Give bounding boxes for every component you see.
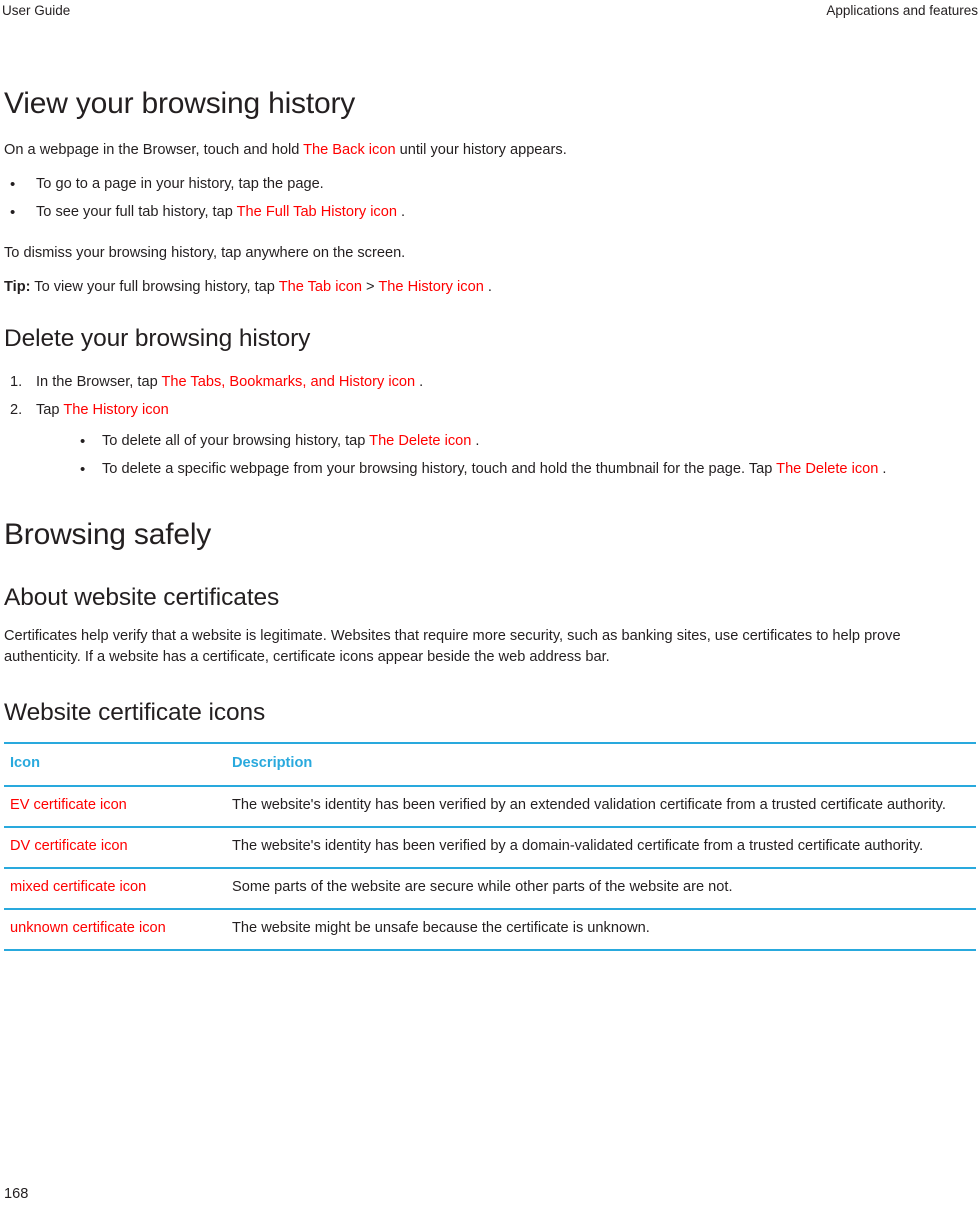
table-bottom-rule bbox=[226, 949, 976, 952]
table-header-row: Icon Description bbox=[4, 742, 976, 786]
cell-description: Some parts of the website are secure whi… bbox=[226, 867, 976, 909]
header-right-text: Applications and features bbox=[826, 3, 978, 18]
list-item: • To delete all of your browsing history,… bbox=[80, 431, 976, 452]
cell-icon-name: unknown certificate icon bbox=[4, 908, 226, 950]
list-item: • To delete a specific webpage from your … bbox=[80, 459, 976, 480]
cell-icon-name: DV certificate icon bbox=[4, 826, 226, 868]
column-header-icon: Icon bbox=[4, 742, 226, 786]
paragraph-view-history-intro: On a webpage in the Browser, touch and h… bbox=[4, 140, 976, 161]
cell-icon-name: EV certificate icon bbox=[4, 785, 226, 827]
bullet-marker: • bbox=[10, 176, 16, 193]
list-delete-history-sub-bullets: • To delete all of your browsing history,… bbox=[80, 431, 976, 480]
tab-icon-placeholder: The Tab icon bbox=[278, 279, 362, 295]
paragraph-dismiss-history: To dismiss your browsing history, tap an… bbox=[4, 245, 406, 261]
certificate-icons-table: Icon Description EV certificate icon The… bbox=[4, 742, 976, 952]
tip-text-after: . bbox=[483, 279, 492, 295]
table-row: EV certificate icon The website's identi… bbox=[4, 785, 976, 827]
paragraph-about-certificates: Certificates help verify that a website … bbox=[4, 628, 901, 665]
table-row: unknown certificate icon The website mig… bbox=[4, 908, 976, 950]
intro-text-before: On a webpage in the Browser, touch and h… bbox=[4, 142, 304, 158]
list-item: 1. In the Browser, tap The Tabs, Bookmark… bbox=[4, 372, 976, 393]
delete-icon-placeholder: The Delete icon bbox=[369, 433, 472, 449]
sub-bullet-text-after: . bbox=[878, 461, 887, 477]
full-tab-history-icon-placeholder: The Full Tab History icon bbox=[236, 204, 397, 220]
history-icon-placeholder: The History icon bbox=[63, 402, 169, 418]
bullet-text-after: . bbox=[396, 204, 406, 220]
page-content: View your browsing history On a webpage … bbox=[4, 86, 976, 952]
step-text-before: In the Browser, tap bbox=[36, 374, 162, 390]
heading-about-website-certificates: About website certificates bbox=[4, 584, 280, 611]
tip-separator: > bbox=[362, 279, 379, 295]
header-left-text: User Guide bbox=[2, 3, 71, 18]
tip-label: Tip: bbox=[4, 279, 31, 295]
cell-description: The website's identity has been verified… bbox=[226, 826, 976, 868]
bullet-text-before: To see your full tab history, tap bbox=[36, 204, 237, 220]
back-icon-placeholder: The Back icon bbox=[303, 142, 396, 158]
intro-text-after: until your history appears. bbox=[395, 142, 567, 158]
tip-text-before: To view your full browsing history, tap bbox=[30, 279, 279, 295]
heading-website-certificate-icons: Website certificate icons bbox=[4, 699, 266, 726]
step-number: 2. bbox=[10, 402, 23, 418]
heading-browsing-safely: Browsing safely bbox=[4, 518, 212, 551]
sub-bullet-text-after: . bbox=[471, 433, 480, 449]
heading-delete-browsing-history: Delete your browsing history bbox=[4, 325, 311, 352]
list-delete-history-steps: 1. In the Browser, tap The Tabs, Bookmark… bbox=[4, 372, 976, 480]
cell-icon-name: mixed certificate icon bbox=[4, 867, 226, 909]
table-bottom-rule bbox=[4, 949, 226, 952]
sub-bullet-text-before: To delete a specific webpage from your b… bbox=[102, 461, 777, 477]
list-item: • To go to a page in your history, tap th… bbox=[4, 174, 976, 195]
bullet-marker: • bbox=[10, 204, 16, 221]
table-bottom-rule-row bbox=[4, 949, 976, 952]
table-row: mixed certificate icon Some parts of the… bbox=[4, 867, 976, 909]
step-text-after: . bbox=[415, 374, 424, 390]
column-header-description: Description bbox=[226, 742, 976, 786]
list-item: 2. Tap The History icon • To delete all of… bbox=[4, 400, 976, 480]
list-view-history-bullets: • To go to a page in your history, tap th… bbox=[4, 174, 976, 223]
bullet-marker: • bbox=[80, 433, 86, 450]
page-number: 168 bbox=[4, 1186, 29, 1202]
delete-icon-placeholder: The Delete icon bbox=[776, 461, 879, 477]
running-header: User Guide Applications and features bbox=[0, 0, 980, 22]
bullet-marker: • bbox=[80, 461, 86, 478]
history-icon-placeholder: The History icon bbox=[378, 279, 484, 295]
document-page: User Guide Applications and features Vie… bbox=[0, 0, 980, 1213]
heading-view-browsing-history: View your browsing history bbox=[4, 87, 356, 120]
step-text-before: Tap bbox=[36, 402, 64, 418]
table-header: Icon Description bbox=[4, 742, 976, 786]
sub-bullet-text-before: To delete all of your browsing history, … bbox=[102, 433, 370, 449]
cell-description: The website might be unsafe because the … bbox=[226, 908, 976, 950]
step-number: 1. bbox=[10, 374, 23, 390]
tabs-bookmarks-history-icon-placeholder: The Tabs, Bookmarks, and History icon bbox=[161, 374, 416, 390]
table-row: DV certificate icon The website's identi… bbox=[4, 826, 976, 868]
cell-description: The website's identity has been verified… bbox=[226, 785, 976, 827]
list-item: • To see your full tab history, tap The F… bbox=[4, 202, 976, 223]
bullet-text-before: To go to a page in your history, tap the… bbox=[36, 176, 324, 192]
paragraph-tip: Tip: To view your full browsing history,… bbox=[4, 277, 976, 298]
table-body: EV certificate icon The website's identi… bbox=[4, 785, 976, 952]
